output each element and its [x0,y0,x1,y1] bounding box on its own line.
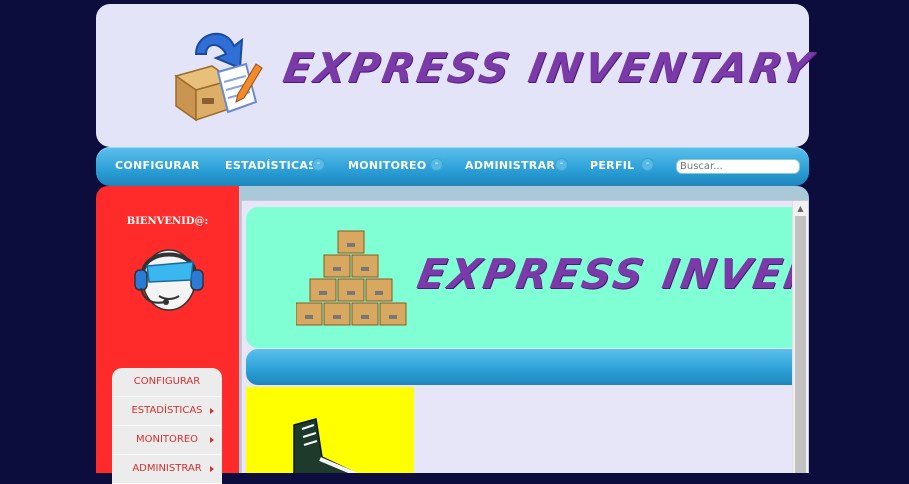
sidebar-item-label: ADMINISTRAR [132,463,202,474]
nav-item-perfil[interactable]: PERFIL [590,159,634,172]
scroll-thumb[interactable] [795,216,806,473]
vertical-scrollbar[interactable]: ▲ [792,201,808,473]
stacked-boxes-pyramid-icon [296,230,407,326]
support-headset-avatar-icon [134,249,204,311]
sidebar-item-label: ESTADÍSTICAS [131,405,203,416]
submenu-arrow-icon [210,437,214,443]
sidebar-item-label: MONITOREO [135,434,199,445]
submenu-arrow-icon [210,466,214,472]
nav-dropdown-icon[interactable]: - [430,158,443,171]
banner-title: EXPRESS INVENTARY [413,250,809,298]
welcome-label: BIENVENID@: [126,216,209,227]
box-with-document-and-arrow-icon [174,32,263,122]
nav-item-configurar[interactable]: CONFIGURAR [115,159,200,172]
main-navbar: CONFIGURAR ESTADÍSTICAS - MONITOREO - AD… [96,147,809,186]
site-header: EXPRESS INVENTARY [96,4,818,147]
content-banner: EXPRESS INVENTARY [246,207,809,348]
sidebar-item-configurar[interactable]: CONFIGURAR [112,368,222,397]
inner-navbar [246,349,808,385]
sidebar-item-label: CONFIGURAR [133,376,201,387]
nav-item-administrar[interactable]: ADMINISTRAR [465,159,555,172]
nav-item-monitoreo[interactable]: MONITOREO [348,159,427,172]
sidebar-item-administrar[interactable]: ADMINISTRAR [112,455,222,484]
search-input[interactable] [676,159,800,174]
nav-dropdown-icon[interactable]: - [555,158,568,171]
nav-item-estadisticas[interactable]: ESTADÍSTICAS [225,159,316,172]
sidebar-item-estadisticas[interactable]: ESTADÍSTICAS [112,397,222,426]
nav-dropdown-icon[interactable]: - [312,158,325,171]
content-area: EXPRESS INVENTARY ▲ [239,186,809,473]
submenu-arrow-icon [210,408,214,414]
sidebar-item-monitoreo[interactable]: MONITOREO [112,426,222,455]
embedded-frame[interactable]: EXPRESS INVENTARY ▲ [241,200,809,473]
sneaker-icon [293,418,359,473]
sidebar-menu: CONFIGURAR ESTADÍSTICAS MONITOREO ADMINI… [112,368,222,484]
scroll-up-icon[interactable]: ▲ [793,201,808,216]
brand-title: EXPRESS INVENTARY [279,44,818,92]
product-card[interactable] [246,387,414,473]
sidebar: BIENVENID@: CONFIGURAR ESTADÍSTICAS MONI… [96,186,239,484]
nav-dropdown-icon[interactable]: - [641,158,654,171]
